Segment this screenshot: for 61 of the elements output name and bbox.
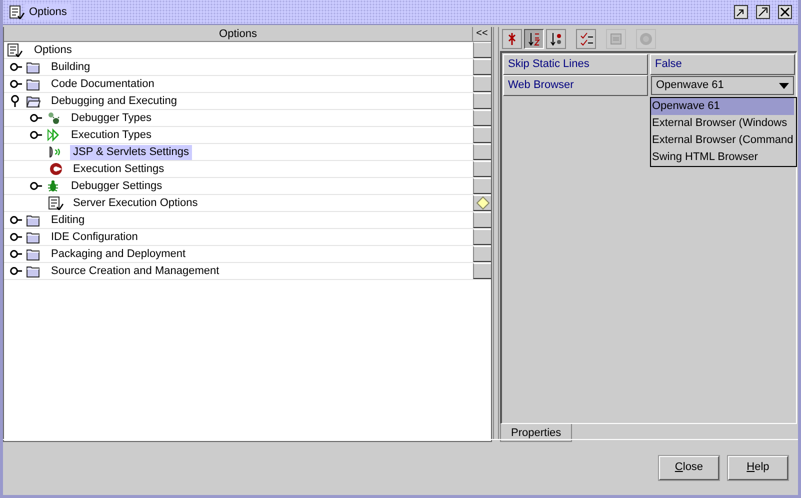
tree-item[interactable]: Debugger Types [68, 110, 155, 126]
folder-icon [26, 264, 42, 278]
tree-item[interactable]: JSP & Servlets Settings [70, 144, 192, 160]
property-value[interactable]: False [650, 54, 795, 75]
sort-az-icon [527, 32, 541, 46]
collapsed-handle-icon[interactable] [30, 111, 42, 125]
column-header: Options [4, 27, 473, 41]
tree-item[interactable]: IDE Configuration [48, 230, 141, 244]
minimize-icon[interactable] [734, 5, 748, 19]
tree-item[interactable]: Source Creation and Management [48, 264, 222, 278]
folder-icon [26, 213, 42, 227]
browser-combo-box[interactable]: Openwave 61 [651, 76, 794, 95]
collapse-button[interactable]: << [473, 27, 491, 41]
options-sheet-icon [48, 196, 64, 210]
tree-item[interactable]: Packaging and Deployment [48, 246, 189, 262]
window-title: Options [25, 4, 71, 20]
toolbar-button[interactable] [546, 29, 566, 49]
tree-item[interactable]: Execution Settings [70, 162, 168, 176]
property-name: Skip Static Lines [503, 54, 648, 75]
expanded-handle-icon[interactable] [10, 94, 22, 108]
close-button[interactable]: Close [659, 456, 719, 480]
collapsed-handle-icon[interactable] [10, 213, 22, 227]
tree-item[interactable]: Debugging and Executing [48, 94, 180, 108]
collapsed-handle-icon[interactable] [10, 247, 22, 261]
options-sheet-icon [9, 4, 25, 19]
open-folder-icon [26, 94, 42, 108]
tree-item[interactable]: Debugger Settings [68, 178, 166, 194]
folder-icon [26, 247, 42, 261]
property-name: Web Browser [503, 75, 648, 96]
help-button[interactable]: Help [728, 456, 788, 480]
tree-item[interactable]: Execution Types [68, 128, 155, 142]
dropdown-option[interactable]: Swing HTML Browser [651, 149, 794, 166]
collapsed-handle-icon[interactable] [10, 264, 22, 278]
folder-icon [26, 77, 42, 91]
collapsed-handle-icon[interactable] [30, 179, 42, 193]
tree-item[interactable]: Options [31, 42, 75, 58]
toolbar-button[interactable] [524, 29, 544, 49]
options-sheet-icon [7, 43, 23, 57]
sort-type-icon [549, 32, 563, 46]
close-icon[interactable] [778, 5, 792, 19]
list-icon [579, 32, 593, 46]
collapsed-handle-icon[interactable] [30, 128, 42, 142]
folder-icon [26, 60, 42, 74]
bugs-icon [46, 111, 62, 125]
tree-item[interactable]: Code Documentation [48, 76, 158, 92]
dropdown-option[interactable]: External Browser (Windows [651, 115, 794, 132]
collapsed-handle-icon[interactable] [10, 77, 22, 91]
tree-item[interactable]: Building [48, 60, 94, 74]
tree-item[interactable]: Editing [48, 212, 88, 228]
dropdown-option[interactable]: External Browser (Command [651, 132, 794, 149]
sheet-icon [609, 32, 623, 46]
dropdown-option[interactable]: Openwave 61 [651, 98, 794, 115]
help-icon [639, 32, 653, 46]
toolbar-button[interactable] [576, 29, 596, 49]
collapsed-handle-icon[interactable] [10, 60, 22, 74]
tree-item[interactable]: Server Execution Options [70, 196, 201, 210]
properties-tab[interactable]: Properties [500, 424, 572, 442]
folder-icon [26, 230, 42, 244]
run-icon [48, 162, 64, 176]
collapsed-handle-icon[interactable] [10, 230, 22, 244]
maximize-icon[interactable] [756, 5, 770, 19]
